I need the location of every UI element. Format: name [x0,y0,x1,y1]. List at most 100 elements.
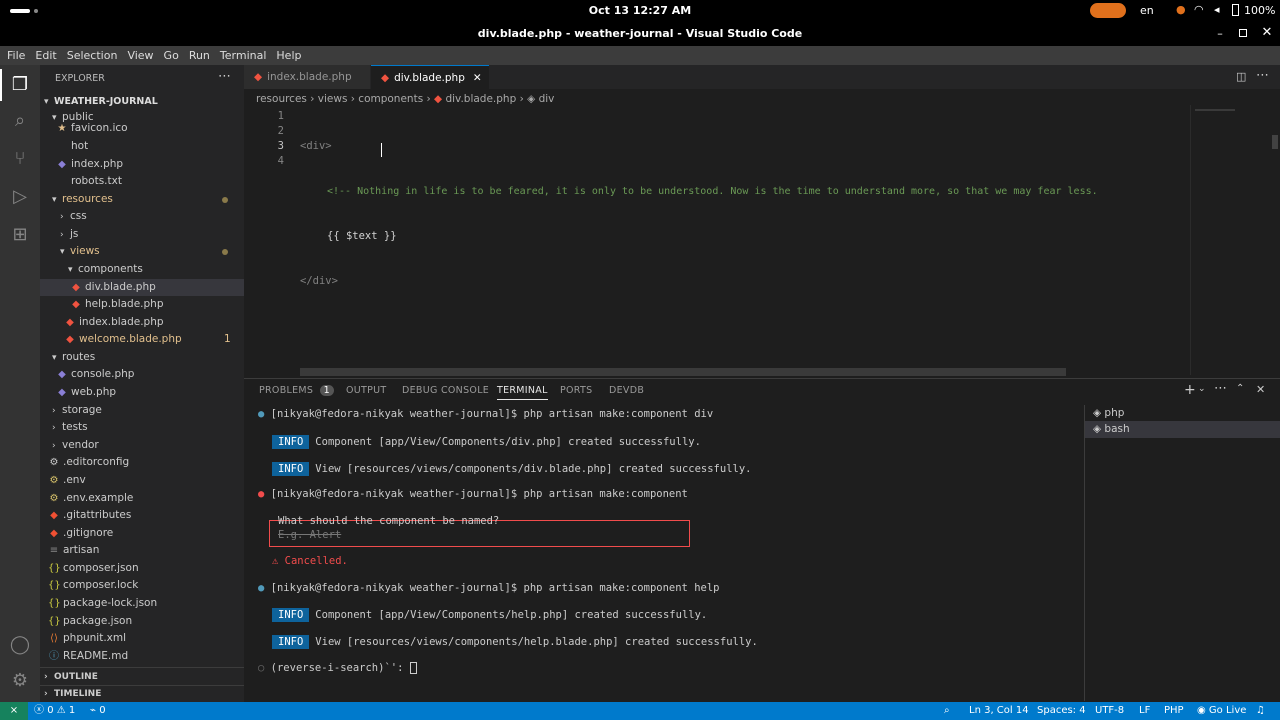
encoding[interactable]: UTF-8 [1095,702,1124,720]
tree-folder-components[interactable]: ▾ components [40,261,244,278]
tree-file-env-example[interactable]: ⚙ .env.example [40,490,244,507]
explorer-files-icon[interactable]: ❐ [8,73,32,97]
menu-file[interactable]: File [2,46,30,65]
timeline-section[interactable]: › TIMELINE [40,685,244,702]
tab-debug-console[interactable]: DEBUG CONSOLE [402,385,489,396]
tree-file-help-blade[interactable]: ◆ help.blade.php [40,296,244,313]
tab-close-icon[interactable]: ✕ [473,72,482,84]
account-icon[interactable]: ◯ [8,633,32,657]
menu-run[interactable]: Run [184,46,215,65]
more-actions-icon[interactable]: ⋯ [218,69,231,84]
tree-file-gitignore[interactable]: ◆ .gitignore [40,525,244,542]
go-live-button[interactable]: ◉ Go Live [1197,702,1246,720]
tree-file-favicon[interactable]: ★ favicon.ico [40,122,244,135]
split-editor-icon[interactable]: ◫ [1236,70,1246,83]
maximize-icon[interactable] [1239,29,1247,37]
tab-output[interactable]: OUTPUT [346,385,387,396]
new-terminal-icon[interactable]: + [1184,382,1196,398]
tree-file-index-php[interactable]: ◆ index.php [40,156,244,173]
run-debug-icon[interactable]: ▷ [8,185,32,209]
menu-go[interactable]: Go [159,46,184,65]
horizontal-scrollbar[interactable] [300,368,1066,376]
tree-file-composer-lock[interactable]: {} composer.lock [40,577,244,594]
terminal-item-bash[interactable]: ◈ bash [1085,421,1280,438]
tree-file-env[interactable]: ⚙ .env [40,472,244,489]
breadcrumb-views[interactable]: views [318,93,348,105]
panel-more-icon[interactable]: ⋯ [1214,381,1227,396]
tree-file-phpunit[interactable]: ⟨⟩ phpunit.xml [40,630,244,647]
tab-index-blade[interactable]: ◆ index.blade.php [244,65,370,89]
tree-file-welcome-blade[interactable]: ◆ welcome.blade.php 1 [40,331,244,348]
tab-problems[interactable]: PROBLEMS 1 [259,385,334,396]
cursor-position[interactable]: Ln 3, Col 14 [969,702,1029,720]
close-panel-icon[interactable]: ✕ [1256,383,1265,396]
menu-edit[interactable]: Edit [30,46,61,65]
tab-div-blade[interactable]: ◆ div.blade.php ✕ [371,65,489,89]
indentation[interactable]: Spaces: 4 [1037,702,1086,720]
tree-folder-routes[interactable]: ▾ routes [40,349,244,366]
tree-file-robots[interactable]: robots.txt [40,173,244,190]
breadcrumb-file[interactable]: div.blade.php [445,93,516,105]
tree-folder-resources[interactable]: ▾ resources [40,191,244,208]
tree-file-editorconfig[interactable]: ⚙ .editorconfig [40,454,244,471]
zoom-icon[interactable]: ⌕ [944,702,950,720]
tree-file-package-json[interactable]: {} package.json [40,613,244,630]
menu-view[interactable]: View [122,46,158,65]
tree-file-readme[interactable]: ⓘ README.md [40,648,244,665]
language-mode[interactable]: PHP [1164,702,1184,720]
tree-folder-css[interactable]: › css [40,208,244,225]
clock[interactable]: Oct 13 12:27 AM [0,4,1280,17]
tree-folder-vendor[interactable]: › vendor [40,437,244,454]
battery-icon [1232,4,1239,16]
close-icon[interactable]: ✕ [1261,25,1273,40]
remote-indicator-icon[interactable]: ⨯ [0,702,28,720]
tree-file-index-blade[interactable]: ◆ index.blade.php [40,314,244,331]
tree-file-package-lock[interactable]: {} package-lock.json [40,595,244,612]
notifications-bell-icon[interactable]: ♫ [1256,702,1265,720]
minimap[interactable] [1190,105,1260,375]
menu-help[interactable]: Help [271,46,306,65]
tree-file-gitattributes[interactable]: ◆ .gitattributes [40,507,244,524]
breadcrumb-symbol[interactable]: div [539,93,555,105]
menu-selection[interactable]: Selection [62,46,123,65]
tree-file-console[interactable]: ◆ console.php [40,366,244,383]
explorer-root[interactable]: ▾ WEATHER-JOURNAL [44,96,158,107]
chevron-down-icon[interactable]: ⌄ [1198,384,1206,394]
minimize-icon[interactable]: – [1214,27,1226,40]
problems-status[interactable]: ⓧ 0 ⚠ 1 [34,702,75,720]
terminal-item-php[interactable]: ◈ php [1093,407,1124,419]
breadcrumb-components[interactable]: components [358,93,423,105]
outline-section[interactable]: › OUTLINE [40,667,244,685]
tab-ports[interactable]: PORTS [560,385,592,396]
app-indicator-icon[interactable] [1090,3,1126,18]
extensions-icon[interactable]: ⊞ [8,223,32,247]
search-icon[interactable]: ⌕ [8,109,32,133]
breadcrumb-resources[interactable]: resources [256,93,307,105]
tab-terminal[interactable]: TERMINAL [497,385,548,400]
source-control-icon[interactable]: ⑂ [8,147,32,171]
menu-terminal[interactable]: Terminal [215,46,272,65]
language-indicator[interactable]: en [1140,4,1154,17]
terminal-info-line: INFO Component [app/View/Components/div.p… [272,435,701,449]
tab-devdb[interactable]: DEVDB [609,385,644,396]
maximize-panel-icon[interactable]: ⌃ [1236,383,1244,394]
tree-folder-views[interactable]: ▾ views [40,243,244,260]
code-content[interactable]: <div> <!-- Nothing in life is to be fear… [300,109,1190,319]
editor-more-icon[interactable]: ⋯ [1256,68,1269,83]
vertical-scrollbar[interactable] [1272,135,1278,149]
ports-status[interactable]: ⌁ 0 [90,702,106,720]
manage-gear-icon[interactable]: ⚙ [8,669,32,693]
tree-file-composer-json[interactable]: {} composer.json [40,560,244,577]
broadcast-icon: ⌁ [90,705,97,716]
breadcrumb-symbol-icon: ◈ [527,93,536,105]
tree-file-div-blade[interactable]: ◆ div.blade.php [40,279,244,296]
terminal-output[interactable]: ● [nikyak@fedora-nikyak weather-journal]… [244,405,1084,701]
tree-file-artisan[interactable]: ≡ artisan [40,542,244,559]
tree-folder-tests[interactable]: › tests [40,419,244,436]
tree-file-hot[interactable]: hot [40,138,244,155]
tree-file-web[interactable]: ◆ web.php [40,384,244,401]
tree-folder-storage[interactable]: › storage [40,402,244,419]
terminal-prompt-line: ● [nikyak@fedora-nikyak weather-journal]… [258,408,714,420]
tree-folder-js[interactable]: › js [40,226,244,243]
line-ending[interactable]: LF [1139,702,1150,720]
